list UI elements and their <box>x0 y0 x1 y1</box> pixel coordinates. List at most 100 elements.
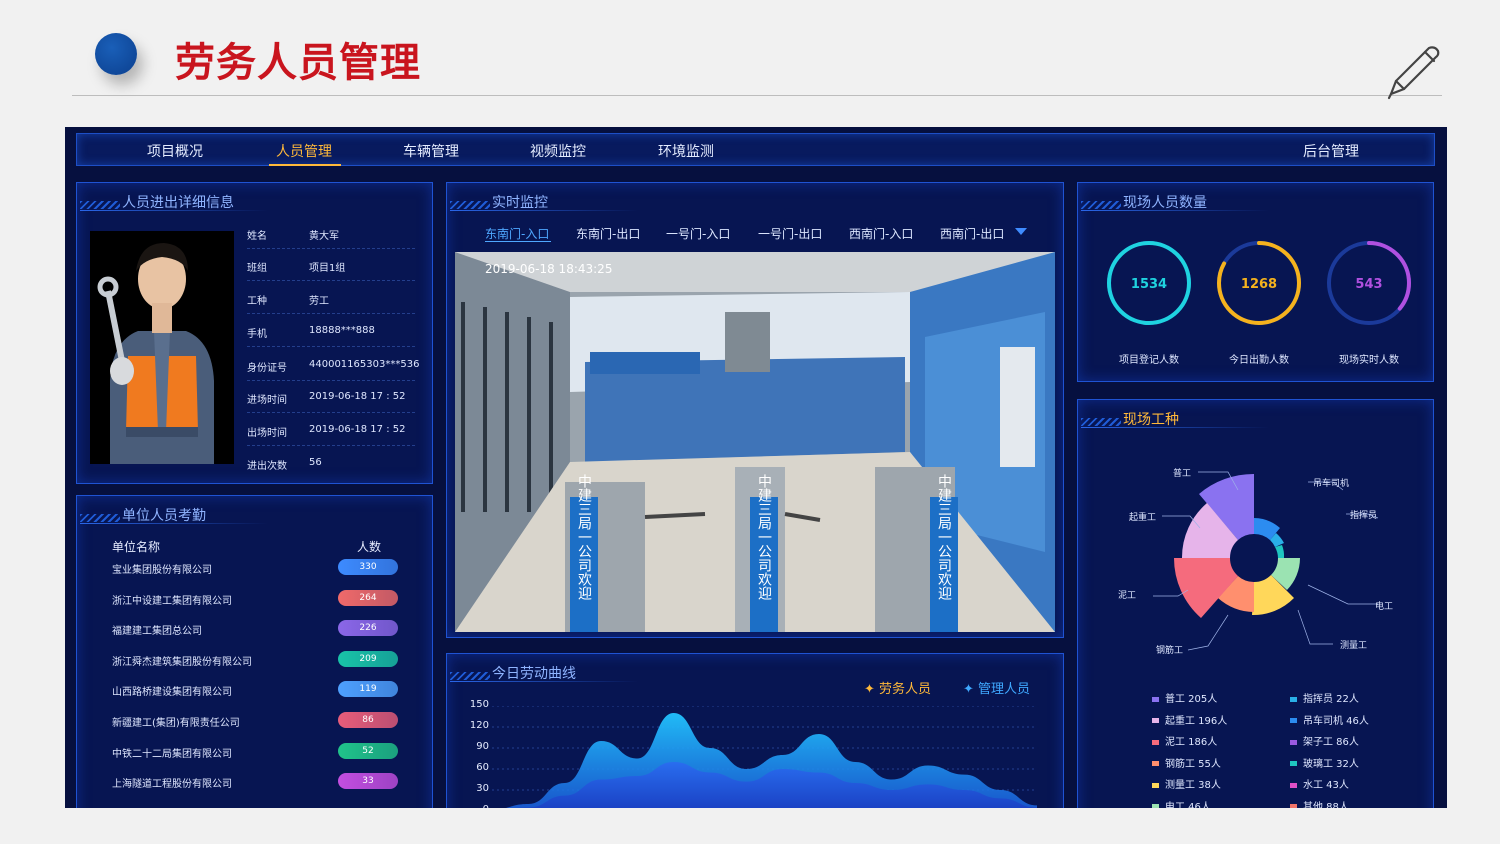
headcount-panel: 现场人员数量 1534 项目登记人数 1268 今日出勤人数 543 现场实时人数 <box>1077 182 1434 382</box>
worktype-legend-item[interactable]: 电工 46人 <box>1152 798 1211 808</box>
gauge-value: 543 <box>1355 277 1383 292</box>
pole-sign-text: 中建三局一公司欢迎 <box>936 474 952 601</box>
cam-tab-southwest-out[interactable]: 西南门-出口 <box>940 225 1004 242</box>
unit-name: 宝业集团股份有限公司 <box>112 565 212 576</box>
col-header-count: 人数 <box>357 540 382 554</box>
pen-icon <box>1387 46 1440 100</box>
legend-swatch <box>1290 782 1297 788</box>
unit-name: 新疆建工(集团)有限责任公司 <box>112 718 240 729</box>
legend-text: 玻璃工 32人 <box>1303 758 1359 770</box>
cam-tab-gate1-in[interactable]: 一号门-入口 <box>666 225 730 242</box>
panel-title-stripes <box>1081 201 1121 209</box>
panel-title-line <box>450 210 638 211</box>
legend-swatch <box>1290 718 1297 723</box>
chart-title: 今日劳动曲线 <box>492 666 576 682</box>
y-tick-label: 150 <box>469 699 489 710</box>
legend-text: 吊车司机 46人 <box>1303 715 1369 727</box>
dashboard-screenshot: 项目概况 人员管理 车辆管理 视频监控 环境监测 后台管理 人员进出详细信息 姓… <box>65 127 1447 808</box>
legend-swatch <box>1290 739 1297 745</box>
pie-label-celiang: 测量工 <box>1340 641 1368 651</box>
panel-title: 人员进出详细信息 <box>122 195 234 211</box>
worktype-legend-item[interactable]: 水工 43人 <box>1290 776 1349 791</box>
video-feed[interactable]: 中建三局一公司欢迎 中建三局一公司欢迎 中建三局一公司欢迎 2019-06-18… <box>455 252 1055 632</box>
count-badge: 330 <box>338 559 398 575</box>
info-row-name: 姓名 黄大军 <box>247 215 415 249</box>
labor-curve-chart <box>492 706 1037 808</box>
pole-sign-text: 中建三局一公司欢迎 <box>576 474 592 601</box>
nav-item-overview[interactable]: 项目概况 <box>147 141 203 161</box>
count-badge: 264 <box>338 589 398 606</box>
cam-tab-southeast-in[interactable]: 东南门-入口 <box>485 225 549 242</box>
panel-title: 单位人员考勤 <box>122 508 206 524</box>
y-tick-label: 30 <box>476 783 489 794</box>
info-row-count: 进出次数 56 <box>247 457 322 472</box>
pie-label-gangjin: 钢筋工 <box>1156 646 1184 656</box>
panel-title: 现场人员数量 <box>1123 195 1207 211</box>
pie-label-qizhong: 起重工 <box>1129 513 1157 523</box>
legend-text: 其他 88人 <box>1303 801 1349 809</box>
gauge-label: 项目登记人数 <box>1119 355 1179 366</box>
count-badge: 226 <box>338 620 398 637</box>
count-badge: 209 <box>338 650 398 667</box>
attendance-row: 上海隧道工程股份有限公司 33 <box>112 772 398 792</box>
nav-item-personnel[interactable]: 人员管理 <box>276 141 332 161</box>
top-nav: 项目概况 人员管理 车辆管理 视频监控 环境监测 后台管理 <box>76 133 1435 166</box>
y-tick-label: 60 <box>476 762 489 773</box>
nav-item-video[interactable]: 视频监控 <box>530 141 586 161</box>
cam-tab-gate1-out[interactable]: 一号门-出口 <box>758 225 822 242</box>
panel-title: 实时监控 <box>492 195 548 211</box>
pie-label-diaoche: 吊车司机 <box>1313 479 1350 489</box>
nav-item-environment[interactable]: 环境监测 <box>658 141 714 161</box>
worktype-rose-chart <box>1153 471 1379 651</box>
legend-management[interactable]: ✦ 管理人员 <box>963 678 1030 697</box>
gauge-value: 1534 <box>1130 277 1168 292</box>
worktype-legend-item[interactable]: 吊车司机 46人 <box>1290 712 1369 727</box>
unit-name: 浙江舜杰建筑集团股份有限公司 <box>112 656 252 668</box>
unit-name: 福建建工集团总公司 <box>112 626 202 638</box>
worker-photo <box>90 231 234 464</box>
legend-swatch <box>1152 739 1159 745</box>
worktype-legend-item[interactable]: 钢筋工 55人 <box>1152 755 1221 770</box>
attendance-row: 新疆建工(集团)有限责任公司 86 <box>112 711 398 731</box>
pie-label-diangong: 电工 <box>1375 602 1394 612</box>
worktype-legend-item[interactable]: 普工 205人 <box>1152 690 1217 705</box>
panel-title-line <box>1081 210 1269 211</box>
legend-text: 泥工 186人 <box>1165 737 1218 748</box>
legend-swatch <box>1152 718 1159 723</box>
chevron-down-icon[interactable] <box>1015 228 1027 235</box>
worktype-panel: 现场工种 普工 吊车司机 指挥员 起重工 泥工 电工 钢筋工 测量工 普工 20… <box>1077 399 1434 808</box>
legend-swatch <box>1152 696 1159 702</box>
worktype-legend-item[interactable]: 其他 88人 <box>1290 798 1349 809</box>
cam-tab-southwest-in[interactable]: 西南门-入口 <box>849 225 913 242</box>
info-row-id: 身份证号 440001165303***536 <box>247 347 419 381</box>
worktype-legend-item[interactable]: 泥工 186人 <box>1152 733 1217 748</box>
count-badge: 52 <box>338 742 398 759</box>
legend-labor[interactable]: ✦ 劳务人员 <box>864 678 931 697</box>
worktype-legend-item[interactable]: 玻璃工 32人 <box>1290 755 1359 770</box>
worktype-legend-item[interactable]: 指挥员 22人 <box>1290 690 1359 705</box>
attendance-row: 浙江舜杰建筑集团股份有限公司 209 <box>112 650 398 670</box>
nav-item-admin[interactable]: 后台管理 <box>1303 141 1359 161</box>
unit-name: 山西路桥建设集团有限公司 <box>112 687 232 699</box>
worktype-legend-item[interactable]: 起重工 196人 <box>1152 712 1227 727</box>
nav-active-underline <box>269 164 341 166</box>
attendance-row: 福建建工集团总公司 226 <box>112 619 398 639</box>
slide-title: 劳务人员管理 <box>175 40 421 86</box>
y-tick-label: 90 <box>476 741 489 752</box>
legend-swatch <box>1152 761 1159 766</box>
unit-name: 浙江中设建工集团有限公司 <box>112 595 232 607</box>
person-detail-panel: 人员进出详细信息 姓名 黄大军 班组 项目1组 工种 劳工 手机 18888***888… <box>76 182 433 484</box>
legend-text: 架子工 86人 <box>1303 737 1359 748</box>
count-badge: 33 <box>338 773 398 790</box>
legend-text: 测量工 38人 <box>1165 780 1221 791</box>
cam-tab-underline <box>485 241 551 242</box>
worktype-legend-item[interactable]: 测量工 38人 <box>1152 776 1221 791</box>
attendance-row: 中铁二十二局集团有限公司 52 <box>112 742 398 762</box>
worktype-legend-item[interactable]: 架子工 86人 <box>1290 733 1359 748</box>
nav-item-vehicles[interactable]: 车辆管理 <box>403 141 459 161</box>
pole-sign-text: 中建三局一公司欢迎 <box>756 474 772 601</box>
gauge-value: 1268 <box>1240 277 1278 292</box>
legend-swatch <box>1152 782 1159 788</box>
cam-tab-southeast-out[interactable]: 东南门-出口 <box>576 225 640 242</box>
panel-title-stripes <box>450 201 490 209</box>
